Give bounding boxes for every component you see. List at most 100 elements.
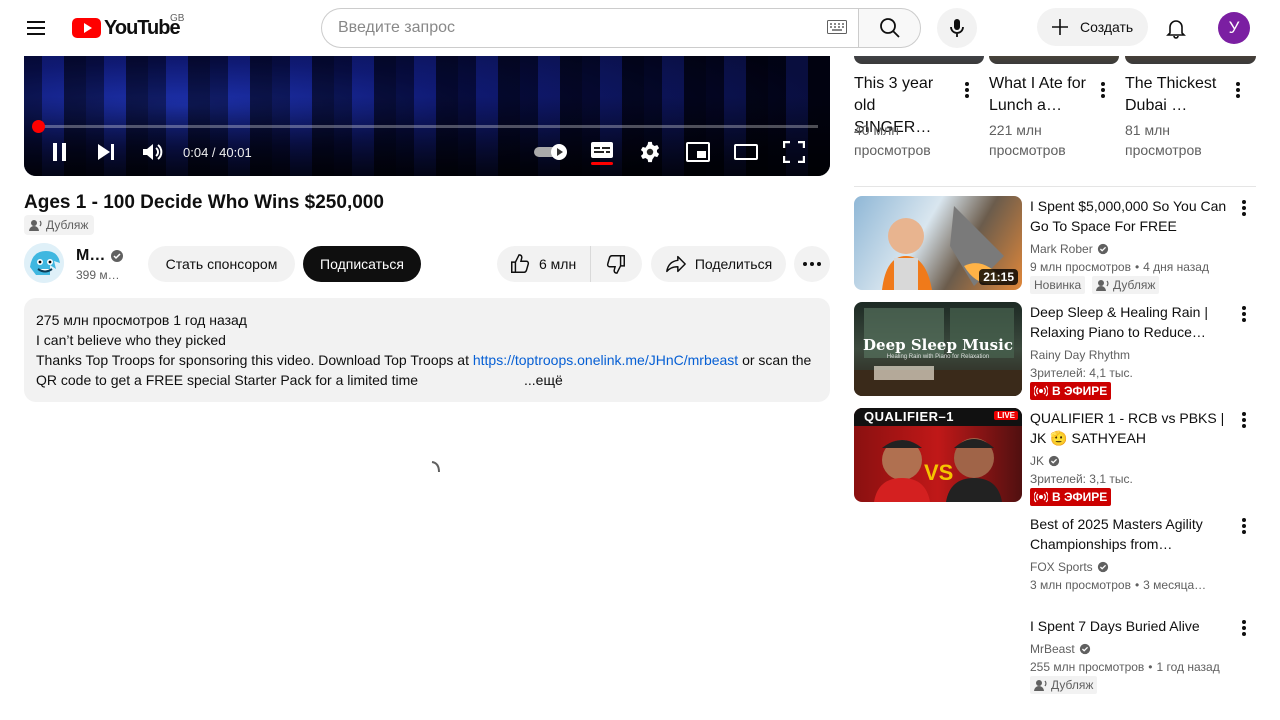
description-text: Thanks Top Troops for sponsoring this vi… <box>36 352 473 368</box>
description-box[interactable]: 275 млн просмотров 1 год назад I can’t b… <box>24 298 830 402</box>
upload-age: 1 год назад <box>1156 660 1220 674</box>
rec-stats-5: 255 млн просмотров • 1 год назад <box>1030 660 1220 674</box>
subscribe-button[interactable]: Подписаться <box>303 246 421 282</box>
search-icon <box>879 18 900 38</box>
rec-thumbnail-1[interactable]: 21:15 <box>854 196 1022 290</box>
verified-icon <box>1097 243 1108 255</box>
live-broadcast-icon <box>1034 491 1048 503</box>
skip-next-icon <box>98 144 114 160</box>
thumbnail-overlay-title: QUALIFIER–1 <box>864 409 955 424</box>
pause-button[interactable] <box>48 140 72 164</box>
rec-stats-3: Зрителей: 3,1 тыс. <box>1030 470 1133 488</box>
share-icon <box>665 255 686 273</box>
play-logo-icon <box>72 18 101 38</box>
rec-channel-5[interactable]: MrBeast <box>1030 640 1091 658</box>
create-label: Создать <box>1080 19 1134 35</box>
rec-channel-1[interactable]: Mark Rober <box>1030 240 1109 258</box>
section-divider <box>854 186 1256 187</box>
dubbed-label: Дубляж <box>46 218 89 232</box>
miniplayer-icon <box>686 142 710 162</box>
viewer-count: Зрителей: 3,1 тыс. <box>1030 472 1133 486</box>
short-title-3[interactable]: The Thickest Dubai … <box>1125 73 1225 117</box>
join-sponsor-button[interactable]: Стать спонсором <box>148 246 295 282</box>
rec-menu-button-1[interactable] <box>1232 196 1256 220</box>
thumbs-down-icon <box>606 255 625 274</box>
search-button[interactable] <box>858 8 921 48</box>
masthead: YouTube GB Создать У <box>0 0 1280 56</box>
more-vertical-icon <box>1101 82 1105 98</box>
youtube-logo[interactable]: YouTube GB <box>72 13 184 40</box>
account-avatar[interactable]: У <box>1218 12 1250 44</box>
like-button[interactable]: 6 млн <box>497 246 591 282</box>
video-duration: 21:15 <box>979 269 1018 285</box>
rec-menu-button-5[interactable] <box>1232 616 1256 640</box>
rec-thumbnail-2[interactable]: Deep Sleep Music Healing Rain with Piano… <box>854 302 1022 396</box>
verified-icon <box>1079 643 1090 655</box>
sponsor-link[interactable]: https://toptroops.onelink.me/JHnC/mrbeas… <box>473 352 738 368</box>
dubbed-label: Дубляж <box>1113 278 1156 292</box>
viewer-count: Зрителей: 4,1 тыс. <box>1030 366 1133 380</box>
fullscreen-icon <box>783 141 805 163</box>
rec-menu-button-4[interactable] <box>1232 514 1256 538</box>
miniplayer-button[interactable] <box>686 140 710 164</box>
rec-stats-4: 3 млн просмотров • 3 месяца… <box>1030 578 1207 592</box>
logo-country-code: GB <box>170 13 185 24</box>
autoplay-toggle-icon <box>534 144 567 160</box>
progress-scrubber[interactable] <box>32 120 45 133</box>
plus-icon <box>1052 19 1068 35</box>
settings-button[interactable] <box>638 140 662 164</box>
thumbs-up-icon <box>511 254 530 273</box>
progress-bar[interactable] <box>36 125 818 128</box>
keyboard-icon[interactable] <box>827 20 847 34</box>
more-actions-button[interactable] <box>794 246 830 282</box>
notifications-button[interactable] <box>1156 8 1196 48</box>
subscriber-count: 399 м… <box>76 268 120 282</box>
like-dislike-group: 6 млн <box>497 246 642 282</box>
hamburger-icon <box>27 21 45 35</box>
create-button[interactable]: Создать <box>1037 8 1148 46</box>
thumbnail-overlay-subtitle: Healing Rain with Piano for Relaxation <box>886 354 990 360</box>
microphone-icon <box>950 19 964 37</box>
rec-channel-4[interactable]: FOX Sports <box>1030 558 1109 576</box>
mute-button[interactable] <box>141 140 165 164</box>
rec-channel-3[interactable]: JK <box>1030 452 1060 470</box>
rec-thumbnail-3[interactable]: VS QUALIFIER–1 LIVE <box>854 408 1022 502</box>
video-title: Ages 1 - 100 Decide Who Wins $250,000 <box>24 192 384 213</box>
short-title-2[interactable]: What I Ate for Lunch a… <box>989 73 1089 117</box>
share-button[interactable]: Поделиться <box>651 246 786 282</box>
volume-icon <box>143 144 163 160</box>
short-menu-button-1[interactable] <box>955 78 979 102</box>
theater-mode-button[interactable] <box>734 140 758 164</box>
short-menu-button-3[interactable] <box>1226 78 1250 102</box>
bell-icon <box>1166 20 1186 39</box>
upload-age: 3 месяца… <box>1143 578 1207 592</box>
dubbed-badge: Дубляж <box>1092 276 1160 294</box>
subtitles-button[interactable] <box>590 140 614 165</box>
rec-title-2[interactable]: Deep Sleep & Healing Rain | Relaxing Pia… <box>1030 302 1235 342</box>
short-views-1: 40 млн просмотров <box>854 122 931 158</box>
short-menu-button-2[interactable] <box>1091 78 1115 102</box>
subtitles-icon <box>591 142 613 165</box>
fullscreen-button[interactable] <box>782 140 806 164</box>
voice-search-button[interactable] <box>937 8 977 48</box>
live-broadcast-icon <box>1034 385 1048 397</box>
menu-button[interactable] <box>16 8 56 48</box>
channel-avatar[interactable] <box>24 243 64 283</box>
rec-title-4[interactable]: Best of 2025 Masters Agility Championshi… <box>1030 514 1235 554</box>
dubbed-badge: Дубляж <box>1030 676 1098 694</box>
dislike-button[interactable] <box>591 253 641 275</box>
logo-text: YouTube <box>104 16 181 39</box>
next-button[interactable] <box>94 140 118 164</box>
rec-title-1[interactable]: I Spent $5,000,000 So You Can Go To Spac… <box>1030 196 1235 236</box>
rec-menu-button-2[interactable] <box>1232 302 1256 326</box>
rec-menu-button-3[interactable] <box>1232 408 1256 432</box>
channel-name: FOX Sports <box>1030 560 1093 574</box>
show-more-link[interactable]: ...ещё <box>524 370 563 390</box>
rec-title-5[interactable]: I Spent 7 Days Buried Alive <box>1030 616 1235 636</box>
autoplay-toggle[interactable] <box>534 140 570 164</box>
rec-channel-2[interactable]: Rainy Day Rhythm <box>1030 346 1130 364</box>
channel-name[interactable]: M… <box>76 247 105 265</box>
rec-title-3[interactable]: QUALIFIER 1 - RCB vs PBKS | JK 🫡 SATHYEA… <box>1030 408 1235 448</box>
search-input[interactable] <box>321 8 858 48</box>
pause-icon <box>53 143 66 161</box>
